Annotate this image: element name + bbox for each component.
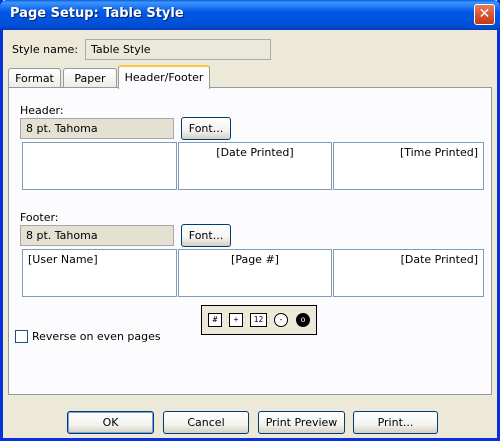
header-font-button[interactable]: Font... [181,117,231,140]
field-insert-toolbar: # + 12 - o [201,305,317,335]
user-name-icon[interactable]: o [296,313,310,327]
reverse-even-pages-checkbox[interactable] [15,330,28,343]
header-right-section[interactable]: [Time Printed] [333,142,484,190]
page-number-icon[interactable]: # [208,313,222,327]
date-icon[interactable]: 12 [250,313,267,327]
tab-format[interactable]: Format [8,68,61,88]
header-font-field: 8 pt. Tahoma [20,118,174,139]
page-setup-dialog: Page Setup: Table Style ✕ Style name: Ta… [0,0,500,441]
tab-header-footer[interactable]: Header/Footer [118,65,210,89]
dialog-content: Style name: Table Style Format Paper Hea… [3,30,497,438]
time-icon[interactable]: - [274,313,288,327]
footer-center-section[interactable]: [Page #] [178,249,332,297]
header-label: Header: [20,104,64,117]
tab-panel: Header: 8 pt. Tahoma Font... [Date Print… [8,87,492,395]
header-left-section[interactable] [22,142,177,190]
footer-left-section[interactable]: [User Name] [22,249,177,297]
cancel-button[interactable]: Cancel [163,411,249,434]
style-name-label: Style name: [12,43,79,56]
title-bar: Page Setup: Table Style ✕ [0,0,500,30]
header-center-section[interactable]: [Date Printed] [178,142,332,190]
tab-paper[interactable]: Paper [63,68,117,88]
reverse-even-pages-label[interactable]: Reverse on even pages [32,330,161,343]
close-button[interactable]: ✕ [474,4,495,25]
footer-font-field: 8 pt. Tahoma [20,225,174,246]
style-name-field[interactable]: Table Style [85,39,271,60]
total-pages-icon[interactable]: + [229,313,243,327]
footer-right-section[interactable]: [Date Printed] [333,249,484,297]
print-preview-button[interactable]: Print Preview [258,411,345,434]
footer-label: Footer: [20,211,59,224]
window-title: Page Setup: Table Style [10,6,184,21]
footer-font-button[interactable]: Font... [181,224,231,247]
ok-button[interactable]: OK [67,411,154,434]
print-button[interactable]: Print... [353,411,438,434]
